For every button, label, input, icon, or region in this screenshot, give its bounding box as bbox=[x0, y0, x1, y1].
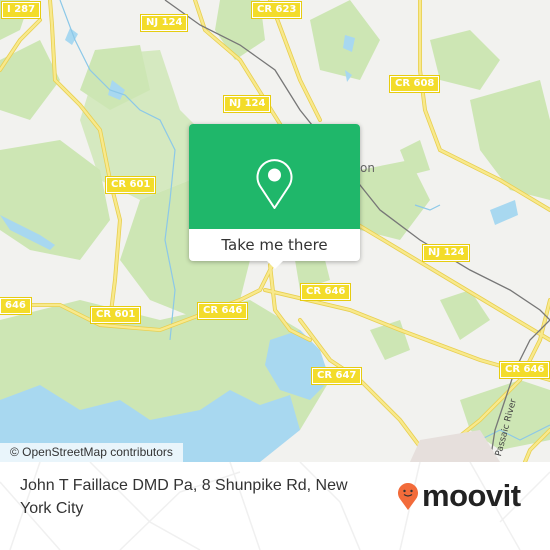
town-label: on bbox=[360, 161, 375, 175]
popup-pointer bbox=[267, 261, 283, 269]
road-shield: CR 601 bbox=[89, 306, 142, 324]
map-attribution[interactable]: © OpenStreetMap contributors bbox=[0, 443, 183, 462]
road-shield: CR 646 bbox=[498, 361, 550, 379]
footer: John T Faillace DMD Pa, 8 Shunpike Rd, N… bbox=[0, 462, 550, 550]
map-canvas[interactable]: I 287 NJ 124 CR 623 NJ 124 CR 608 CR 601… bbox=[0, 0, 550, 462]
road-shield: I 287 bbox=[0, 1, 42, 19]
road-shield: CR 647 bbox=[310, 367, 363, 385]
road-shield: CR 646 bbox=[299, 283, 352, 301]
road-shield: CR 601 bbox=[104, 176, 157, 194]
map-pin-icon bbox=[256, 159, 293, 209]
road-shield: CR 623 bbox=[250, 1, 303, 19]
road-shield: 646 bbox=[0, 297, 32, 315]
moovit-logo[interactable]: moovit bbox=[397, 480, 521, 511]
take-me-there-button[interactable]: Take me there bbox=[189, 229, 360, 261]
place-address: John T Faillace DMD Pa, 8 Shunpike Rd, N… bbox=[20, 477, 348, 517]
location-popup[interactable]: Take me there bbox=[189, 124, 360, 269]
moovit-wordmark: moovit bbox=[422, 478, 521, 513]
popup-header bbox=[189, 124, 360, 229]
moovit-pin-logo-icon bbox=[398, 482, 418, 510]
road-shield: NJ 124 bbox=[222, 95, 272, 113]
road-shield: CR 646 bbox=[196, 302, 249, 320]
road-shield: CR 608 bbox=[388, 75, 441, 93]
road-shield: NJ 124 bbox=[139, 14, 189, 32]
road-shield: NJ 124 bbox=[421, 244, 471, 262]
